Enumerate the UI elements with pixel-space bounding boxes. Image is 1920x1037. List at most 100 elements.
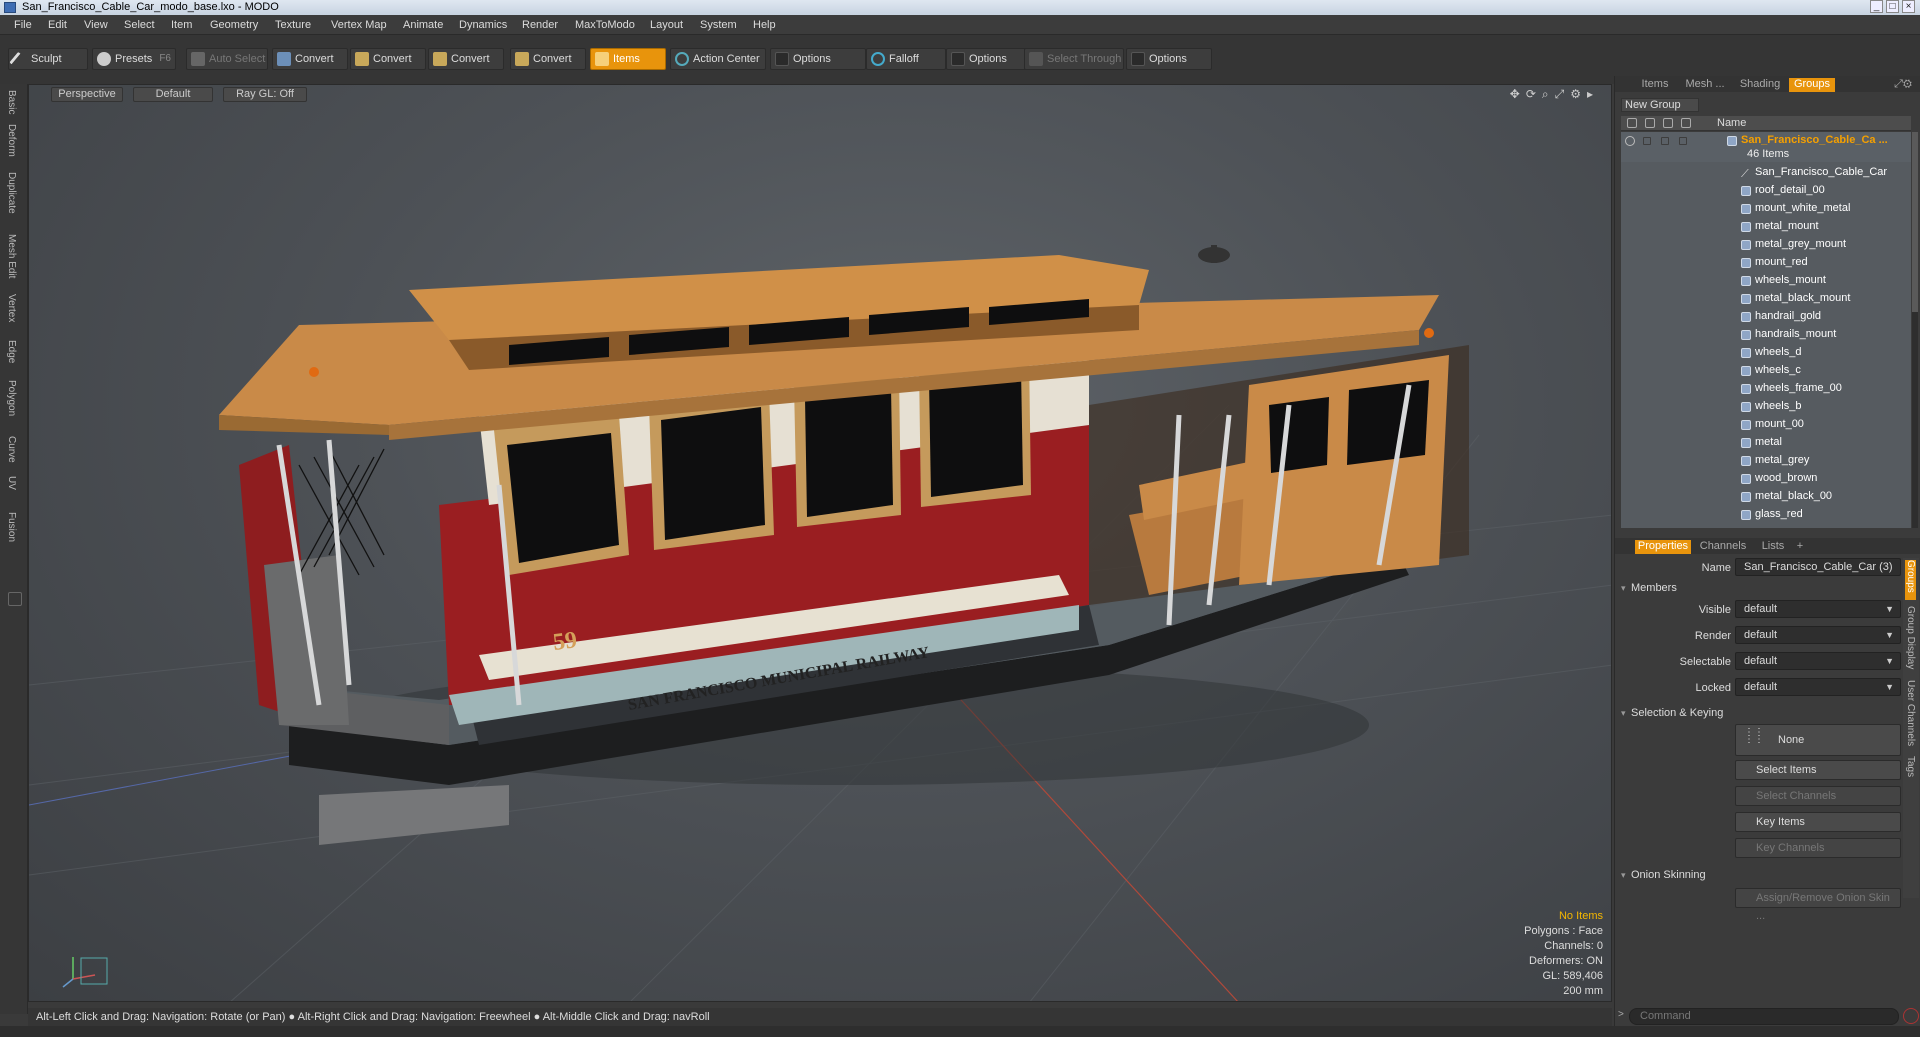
tab-basic[interactable]: Basic (6, 90, 17, 114)
tab-uv[interactable]: UV (6, 476, 17, 490)
add-tab-icon[interactable]: + (1793, 540, 1807, 554)
list-item[interactable]: wheels_mount (1621, 272, 1911, 290)
convert-button-3[interactable]: Convert (428, 48, 504, 70)
view-perspective-dropdown[interactable]: Perspective (51, 87, 123, 102)
menu-geometry[interactable]: Geometry (210, 19, 258, 31)
list-item[interactable]: mount_00 (1621, 416, 1911, 434)
tab-polygon[interactable]: Polygon (6, 380, 17, 416)
list-item[interactable]: wheels_b (1621, 398, 1911, 416)
render-dropdown[interactable]: default ▼ (1735, 626, 1901, 644)
list-item[interactable]: metal_grey_mount (1621, 236, 1911, 254)
list-item[interactable]: glass_red (1621, 506, 1911, 524)
selection-keying-section[interactable]: ▾ Selection & Keying (1621, 707, 1723, 719)
items-mode-button[interactable]: Items (590, 48, 666, 70)
menu-vertex-map[interactable]: Vertex Map (331, 19, 387, 31)
list-item[interactable]: metal_grey (1621, 452, 1911, 470)
lock-icon[interactable] (1663, 118, 1673, 128)
menu-view[interactable]: View (84, 19, 108, 31)
side-tab-groups[interactable]: Groups (1905, 560, 1916, 600)
list-item[interactable]: wheels_c (1621, 362, 1911, 380)
select-toggle[interactable] (1679, 137, 1687, 145)
tab-properties[interactable]: Properties (1635, 540, 1691, 554)
list-item[interactable]: wood_brown (1621, 470, 1911, 488)
list-item[interactable]: wheels_frame_00 (1621, 380, 1911, 398)
menu-layout[interactable]: Layout (650, 19, 683, 31)
tab-shading[interactable]: Shading (1735, 78, 1785, 92)
select-icon[interactable] (1681, 118, 1691, 128)
menu-render[interactable]: Render (522, 19, 558, 31)
auto-select-button[interactable]: Auto Select (186, 48, 268, 70)
tab-groups[interactable]: Groups (1789, 78, 1835, 92)
menu-maxtomodo[interactable]: MaxToModo (575, 19, 635, 31)
minimize-button[interactable]: _ (1870, 0, 1883, 13)
assign-onion-skin-button[interactable]: Assign/Remove Onion Skin ... (1735, 888, 1901, 922)
menu-system[interactable]: System (700, 19, 737, 31)
key-items-button[interactable]: Key Items (1735, 812, 1901, 832)
tab-mesh[interactable]: Mesh ... (1679, 78, 1731, 92)
list-item[interactable]: metal_mount (1621, 218, 1911, 236)
tab-lists[interactable]: Lists (1755, 540, 1791, 554)
list-item[interactable]: handrails_mount (1621, 326, 1911, 344)
menu-dynamics[interactable]: Dynamics (459, 19, 507, 31)
eye-icon[interactable] (1627, 118, 1637, 128)
expand-icon[interactable]: ⤢⚙ (1891, 78, 1915, 92)
side-tab-tags[interactable]: Tags (1905, 756, 1916, 777)
side-tab-user-channels[interactable]: User Channels (1905, 680, 1916, 746)
options-button-1[interactable]: Options (770, 48, 866, 70)
close-button[interactable]: × (1902, 0, 1915, 13)
action-center-button[interactable]: Action Center (670, 48, 766, 70)
render-toggle[interactable] (1643, 137, 1651, 145)
list-item[interactable]: metal_black_00 (1621, 488, 1911, 506)
render-icon[interactable] (1645, 118, 1655, 128)
tab-items[interactable]: Items (1635, 78, 1675, 92)
convert-button-4[interactable]: Convert (510, 48, 586, 70)
menu-help[interactable]: Help (753, 19, 776, 31)
convert-button-1[interactable]: Convert (272, 48, 348, 70)
tab-curve[interactable]: Curve (6, 436, 17, 463)
maximize-button[interactable]: □ (1886, 0, 1899, 13)
locked-dropdown[interactable]: default ▼ (1735, 678, 1901, 696)
tab-vertex[interactable]: Vertex (6, 294, 17, 322)
list-item[interactable]: roof_detail_00 (1621, 182, 1911, 200)
selectable-dropdown[interactable]: default ▼ (1735, 652, 1901, 670)
list-item[interactable]: wheels_d (1621, 344, 1911, 362)
list-item[interactable]: mount_red (1621, 254, 1911, 272)
presets-button[interactable]: Presets F6 (92, 48, 176, 70)
members-section[interactable]: ▾ Members (1621, 582, 1677, 594)
groups-scrollbar[interactable] (1912, 132, 1918, 528)
list-item[interactable]: handrail_gold (1621, 308, 1911, 326)
side-tab-group-display[interactable]: Group Display (1905, 606, 1916, 669)
list-item[interactable]: metal (1621, 434, 1911, 452)
list-item[interactable]: ⟋ San_Francisco_Cable_Car (1621, 164, 1911, 182)
new-group-button[interactable]: New Group (1621, 98, 1699, 112)
none-button[interactable]: ⋮⋮ ⋮⋮ None (1735, 724, 1901, 756)
menu-file[interactable]: File (14, 19, 32, 31)
eye-icon[interactable] (1625, 136, 1635, 146)
tab-deform[interactable]: Deform (6, 124, 17, 157)
menu-select[interactable]: Select (124, 19, 155, 31)
scroll-thumb[interactable] (1912, 132, 1918, 312)
options-button-3[interactable]: Options (1126, 48, 1212, 70)
onion-skinning-section[interactable]: ▾ Onion Skinning (1621, 869, 1706, 881)
raygl-toggle[interactable]: Ray GL: Off (223, 87, 307, 102)
shading-default-dropdown[interactable]: Default (133, 87, 213, 102)
key-channels-button[interactable]: Key Channels (1735, 838, 1901, 858)
tab-toggle[interactable] (8, 592, 22, 606)
convert-button-2[interactable]: Convert (350, 48, 426, 70)
list-item[interactable]: metal_black_mount (1621, 290, 1911, 308)
falloff-button[interactable]: Falloff (866, 48, 946, 70)
sculpt-button[interactable]: Sculpt (8, 48, 88, 70)
select-items-button[interactable]: Select Items (1735, 760, 1901, 780)
menu-animate[interactable]: Animate (403, 19, 443, 31)
tab-duplicate[interactable]: Duplicate (6, 172, 17, 214)
tab-edge[interactable]: Edge (6, 340, 17, 363)
menu-texture[interactable]: Texture (275, 19, 311, 31)
menu-edit[interactable]: Edit (48, 19, 67, 31)
options-button-2[interactable]: Options (946, 48, 1026, 70)
select-channels-button[interactable]: Select Channels (1735, 786, 1901, 806)
menu-item[interactable]: Item (171, 19, 192, 31)
tab-channels[interactable]: Channels (1697, 540, 1749, 554)
viewport-nav-icons[interactable]: ✥⟳⌕⤢⚙▸ (1510, 87, 1599, 102)
tab-mesh-edit[interactable]: Mesh Edit (6, 234, 17, 278)
group-row[interactable]: San_Francisco_Cable_Ca ... 46 Items (1621, 132, 1911, 162)
